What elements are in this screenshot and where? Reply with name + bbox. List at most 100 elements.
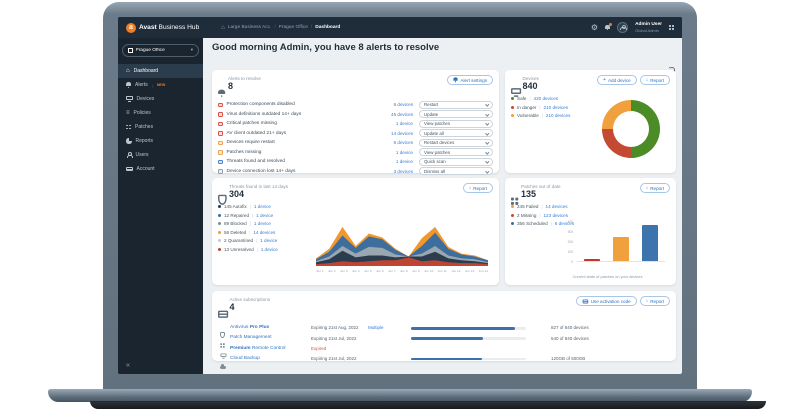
multiple-link[interactable]: Multiple: [368, 325, 384, 330]
legend-item: In danger|210 devices: [511, 105, 570, 110]
report-button[interactable]: ↓Report: [640, 75, 670, 85]
alert-devices-link[interactable]: 3 devices: [394, 169, 413, 174]
alert-label: Threats found and resolved: [227, 159, 285, 164]
subscription-name-link[interactable]: Cloud Backup: [230, 356, 260, 361]
alert-devices-link[interactable]: 1 device: [396, 150, 413, 155]
report-button[interactable]: ↓Report: [640, 183, 670, 193]
chevron-down-icon: [485, 121, 489, 125]
alert-action-select[interactable]: Restart devices: [419, 139, 493, 147]
user-menu[interactable]: Admin User Global Admin: [635, 22, 662, 33]
report-button[interactable]: ↓Report: [640, 296, 670, 306]
sidebar-item-label: Alerts: [135, 82, 148, 88]
report-button[interactable]: ↓Report: [463, 183, 493, 193]
sidebar-item-label: Users: [136, 152, 149, 158]
location-selector[interactable]: Prague Office ▾: [122, 44, 199, 57]
alert-label: Protection components disabled: [227, 102, 295, 107]
alert-devices-link[interactable]: 1 device: [396, 159, 413, 164]
legend-dot: [511, 114, 514, 117]
alert-devices-link[interactable]: 6 devices: [394, 102, 413, 107]
alert-row: Patches missing 1 device View patches: [218, 148, 493, 158]
divider: |: [252, 213, 253, 218]
sidebar-collapse-button[interactable]: «: [126, 362, 130, 369]
sliders-icon: ≡: [126, 110, 130, 116]
divider: |: [539, 213, 540, 218]
legend-devices-link[interactable]: 210 devices: [546, 113, 571, 118]
subscription-name-link[interactable]: Patch Management: [230, 335, 272, 340]
legend-devices-link[interactable]: 14 devices: [546, 204, 568, 209]
alert-action-select[interactable]: Restart: [419, 101, 493, 109]
legend-dot: [218, 239, 221, 242]
sidebar-item-reports[interactable]: Reports: [118, 134, 203, 148]
threats-area-chart: [316, 224, 488, 266]
chevron-down-icon: [485, 112, 489, 116]
legend-item: 2 Missing|123 devices: [511, 213, 574, 218]
alert-action-select[interactable]: Update: [419, 110, 493, 118]
apps-grid-icon[interactable]: [669, 25, 674, 30]
alert-action-select[interactable]: View patches: [419, 120, 493, 128]
alert-label: Devices require restart: [227, 140, 275, 145]
divider: |: [256, 238, 257, 243]
breadcrumb-current: Dashboard: [315, 25, 340, 30]
alert-row: Critical patches missing 1 device View p…: [218, 119, 493, 129]
divider: |: [257, 247, 258, 252]
alerts-card: Alerts to resolve 8 Alert settings Prote…: [212, 70, 499, 173]
legend-devices-link[interactable]: 420 devices: [534, 96, 559, 101]
use-activation-code-button[interactable]: Use activation code: [576, 296, 637, 306]
add-device-button[interactable]: +Add device: [597, 75, 637, 85]
pie-chart-icon: [126, 138, 132, 144]
sidebar-item-alerts[interactable]: Alerts | NEW: [118, 78, 203, 92]
legend-devices-link[interactable]: 1 device: [256, 213, 273, 218]
bell-icon: [218, 78, 225, 104]
sidebar-item-devices[interactable]: Devices: [118, 92, 203, 106]
legend-dot: [511, 205, 514, 208]
legend-devices-link[interactable]: 210 devices: [544, 105, 569, 110]
divider: |: [539, 105, 540, 110]
alert-row: AV client outdated 21+ days 14 devices U…: [218, 129, 493, 139]
home-icon[interactable]: ⌂: [221, 25, 225, 31]
legend-devices-link[interactable]: 1 device: [260, 238, 277, 243]
card-icon: [218, 299, 227, 325]
laptop-bottom-edge: [90, 401, 766, 409]
legend-devices-link[interactable]: 14 devices: [253, 230, 275, 235]
chevron-down-icon: [485, 150, 489, 154]
devices-card: Devices 840 +Add device ↓Report Safe|420…: [505, 70, 676, 173]
legend-dot: [511, 97, 514, 100]
alert-row: Virus definitions outdated 14+ days 45 d…: [218, 110, 493, 120]
legend-item: 245 Failed|14 devices: [511, 204, 574, 209]
avatar[interactable]: [617, 22, 628, 33]
sidebar-item-policies[interactable]: ≡ Policies: [118, 106, 203, 120]
alert-action-select[interactable]: View patches: [419, 148, 493, 156]
alert-settings-button[interactable]: Alert settings: [447, 75, 493, 85]
sidebar-item-label: Patches: [135, 124, 153, 130]
legend-devices-link[interactable]: 1 device: [254, 221, 271, 226]
alert-action-select[interactable]: Quick scan: [419, 158, 493, 166]
alert-devices-link[interactable]: 14 devices: [391, 131, 413, 136]
subscription-name-link[interactable]: Antivirus Pro Plus: [230, 325, 269, 330]
card-icon: [126, 167, 133, 172]
notifications-bell-icon[interactable]: [605, 25, 610, 31]
alert-row: Threats found and resolved 1 device Quic…: [218, 157, 493, 167]
divider: |: [250, 221, 251, 226]
sidebar-item-patches[interactable]: Patches: [118, 120, 203, 134]
breadcrumb-level2[interactable]: Prague Office: [279, 25, 308, 30]
settings-gear-icon[interactable]: ⚙: [591, 24, 598, 32]
legend-dot: [218, 214, 221, 217]
sidebar-item-account[interactable]: Account: [118, 162, 203, 176]
alert-action-select[interactable]: Dismiss all: [419, 167, 493, 175]
subscription-name-link[interactable]: Premium Remote Control: [230, 346, 285, 351]
subscription-expiry: Expiring 21st Jul, 2022: [311, 356, 357, 361]
alert-row: Device connection lost 14+ days 3 device…: [218, 167, 493, 177]
legend-devices-link[interactable]: 1 device: [261, 247, 278, 252]
alert-action-select[interactable]: Update all: [419, 129, 493, 137]
alert-label: Virus definitions outdated 14+ days: [227, 112, 302, 117]
avast-logo-icon: a: [126, 23, 136, 33]
sidebar-item-dashboard[interactable]: ⌂ Dashboard: [118, 64, 203, 78]
breadcrumb-level1[interactable]: Large Business Acc.: [228, 25, 271, 30]
legend-devices-link[interactable]: 123 devices: [544, 213, 569, 218]
sidebar-item-users[interactable]: Users: [118, 148, 203, 162]
monitor-icon: [126, 96, 133, 102]
alert-devices-link[interactable]: 6 devices: [394, 140, 413, 145]
alert-devices-link[interactable]: 45 devices: [391, 112, 413, 117]
legend-devices-link[interactable]: 1 device: [254, 204, 271, 209]
alert-devices-link[interactable]: 1 device: [396, 121, 413, 126]
